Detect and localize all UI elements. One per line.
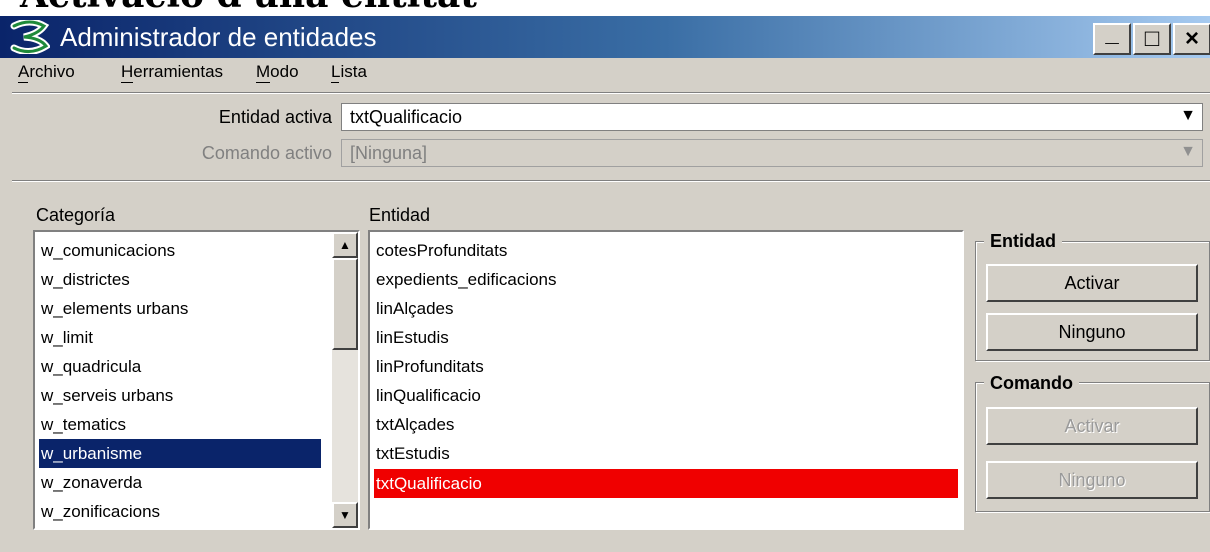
menu-archivo[interactable]: Archivo (18, 60, 75, 84)
entidad-activa-value: txtQualificacio (350, 107, 463, 127)
separator (12, 180, 1210, 182)
comando-activo-label: Comando activo (201, 143, 332, 163)
list-item[interactable]: expedients_edificacions (374, 265, 557, 294)
list-item[interactable]: w_elements urbans (39, 294, 188, 323)
comando-activo-value: [Ninguna] (350, 143, 428, 163)
accel-underline (18, 82, 28, 83)
dropdown-arrow-icon[interactable]: ▼ (1180, 107, 1196, 125)
list-item[interactable]: w_zonificacions (39, 497, 160, 526)
accel-underline (256, 82, 270, 83)
menu-modo[interactable]: Modo (256, 60, 299, 84)
dropdown-arrow-icon[interactable]: ▼ (1180, 143, 1196, 161)
accel-underline (331, 82, 339, 83)
entidad-activa-combo[interactable]: txtQualificacio ▼ (341, 103, 1203, 131)
close-button[interactable]: × (1173, 23, 1210, 55)
maximize-button[interactable]: □ (1133, 23, 1171, 55)
list-item[interactable]: w_quadricula (39, 352, 141, 381)
background-heading-strip: Activació d'una entitat (0, 0, 1210, 16)
entidad-group-title: Entidad (984, 229, 1062, 253)
arrow-down-icon: ▼ (339, 508, 351, 522)
entidad-activa-label: Entidad activa (218, 107, 332, 127)
scroll-up-button[interactable]: ▲ (332, 232, 358, 258)
list-item[interactable]: linAlçades (374, 294, 454, 323)
entidad-header: Entidad (369, 205, 431, 225)
menu-lista[interactable]: Lista (331, 60, 367, 84)
categoria-header: Categoría (36, 205, 116, 225)
entidad-ninguno-button[interactable]: Ninguno (986, 313, 1198, 351)
list-item[interactable]: w_comunicacions (39, 236, 175, 265)
comando-group-title: Comando (984, 371, 1079, 395)
app-logo-icon (10, 20, 50, 54)
list-item[interactable]: cotesProfunditats (374, 236, 507, 265)
list-item[interactable]: linEstudis (374, 323, 449, 352)
list-item-selected[interactable]: txtQualificacio (374, 469, 958, 498)
list-item[interactable]: linQualificacio (374, 381, 481, 410)
list-item[interactable]: w_districtes (39, 265, 130, 294)
close-icon: × (1184, 25, 1199, 52)
comando-activar-button[interactable]: Activar (986, 407, 1198, 445)
maximize-icon: □ (1144, 25, 1160, 52)
menu-herramientas[interactable]: Herramientas (121, 60, 223, 84)
separator (12, 92, 1210, 94)
minimize-button[interactable]: _ (1093, 20, 1131, 55)
entidad-activar-button[interactable]: Activar (986, 264, 1198, 302)
accel-underline (121, 82, 133, 83)
list-item[interactable]: w_limit (39, 323, 93, 352)
comando-activo-combo[interactable]: [Ninguna] ▼ (341, 139, 1203, 167)
background-heading: Activació d'una entitat (20, 0, 477, 16)
categoria-listbox[interactable]: w_comunicacions w_districtes w_elements … (33, 230, 360, 530)
arrow-up-icon: ▲ (339, 238, 351, 252)
list-item[interactable]: linProfunditats (374, 352, 484, 381)
list-item[interactable]: w_tematics (39, 410, 126, 439)
list-item[interactable]: w_zonaverda (39, 468, 142, 497)
entidad-listbox[interactable]: cotesProfunditats expedients_edificacion… (368, 230, 964, 530)
scroll-down-button[interactable]: ▼ (332, 502, 358, 528)
scrollbar[interactable]: ▲ ▼ (332, 232, 358, 528)
list-item[interactable]: txtAlçades (374, 410, 454, 439)
comando-ninguno-button[interactable]: Ninguno (986, 461, 1198, 499)
list-item[interactable]: w_serveis urbans (39, 381, 173, 410)
list-item-selected[interactable]: w_urbanisme (39, 439, 321, 468)
scroll-thumb[interactable] (332, 258, 358, 350)
window-title: Administrador de entidades (60, 22, 377, 52)
list-item[interactable]: txtEstudis (374, 439, 450, 468)
minimize-icon: _ (1105, 20, 1119, 47)
